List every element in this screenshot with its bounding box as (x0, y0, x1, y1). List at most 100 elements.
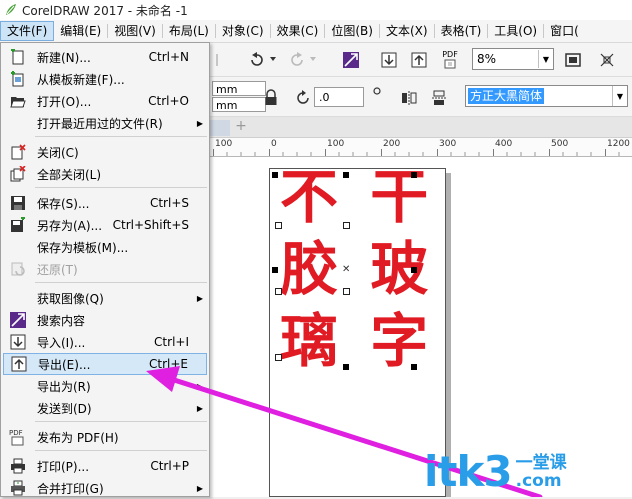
new-from-template-icon (9, 70, 27, 88)
mirror-horizontal-icon[interactable] (398, 87, 420, 109)
ruler-label: 400 (495, 139, 513, 149)
menu-tools[interactable]: 工具(O) (488, 21, 543, 41)
menu-item-label: 导入(I)... (37, 335, 86, 350)
menu-edit[interactable]: 编辑(E) (54, 21, 107, 41)
menu-item-new-from-template[interactable]: 从模板新建(F)... (3, 68, 207, 90)
menu-layout[interactable]: 布局(L) (163, 21, 215, 41)
mirror-vertical-icon[interactable] (428, 87, 450, 109)
selection-handle[interactable] (272, 172, 278, 178)
menu-item-shortcut: Ctrl+N (148, 50, 189, 64)
menu-effects[interactable]: 效果(C) (271, 21, 325, 41)
selection-handle[interactable] (343, 172, 349, 178)
import-icon (9, 333, 27, 351)
menu-item-save[interactable]: 保存(S)... Ctrl+S (3, 192, 207, 214)
ruler-label: 100 (327, 139, 345, 149)
add-tab-icon[interactable]: + (234, 119, 248, 133)
width-field[interactable]: mm (212, 81, 266, 96)
menu-item-export-for[interactable]: 导出为(R) ▶ (3, 375, 207, 397)
node-handle[interactable] (275, 222, 282, 229)
undo-icon[interactable] (246, 49, 268, 71)
export-toolbar-icon[interactable] (408, 49, 430, 71)
horizontal-ruler: 100 0 100 200 300 400 500 1200 (210, 138, 632, 157)
menu-item-publish-pdf[interactable]: PDF 发布为 PDF(H) (3, 426, 207, 448)
selection-handle[interactable] (272, 267, 278, 273)
search-content-icon (9, 311, 27, 329)
menu-item-shortcut: Ctrl+E (149, 357, 188, 371)
menu-item-label: 打印(P)... (37, 459, 90, 474)
menu-item-shortcut: Ctrl+I (154, 335, 189, 349)
new-document-icon (9, 48, 27, 66)
toolbar-overflow-icon[interactable] (212, 49, 222, 71)
publish-pdf-toolbar-icon[interactable]: PDF (438, 48, 462, 72)
rotation-angle-field[interactable]: .0 (314, 87, 364, 107)
menu-item-label: 保存为模板(M)... (37, 240, 129, 255)
save-icon (9, 194, 27, 212)
drawing-canvas[interactable]: 不 干 胶 玻 璃 字 ✕ (210, 157, 632, 497)
chevron-down-icon[interactable]: ▼ (612, 86, 627, 106)
menu-item-close[interactable]: 关闭(C) (3, 141, 207, 163)
chevron-down-icon[interactable]: ▼ (538, 50, 553, 68)
menu-item-label: 关闭(C) (37, 145, 79, 160)
zoom-level-select[interactable]: 8% ▼ (472, 48, 554, 70)
center-marker-icon: ✕ (342, 264, 351, 275)
redo-dropdown-icon[interactable] (308, 52, 318, 66)
menu-item-print-merge[interactable]: 合并打印(G) ▶ (3, 477, 207, 499)
revert-icon (9, 260, 27, 278)
menu-view[interactable]: 视图(V) (108, 21, 162, 41)
node-handle[interactable] (275, 288, 282, 295)
menu-item-new[interactable]: 新建(N)... Ctrl+N (3, 46, 207, 68)
full-screen-preview-icon[interactable] (562, 49, 584, 71)
height-field[interactable]: mm (212, 97, 266, 112)
node-handle[interactable] (275, 354, 282, 361)
submenu-arrow-icon: ▶ (196, 483, 203, 493)
menu-item-revert[interactable]: 还原(T) (3, 258, 207, 280)
menu-item-label: 导出为(R) (37, 379, 91, 394)
menu-table[interactable]: 表格(T) (435, 21, 488, 41)
menu-item-label: 导出(E)... (38, 357, 91, 372)
menu-separator (35, 282, 207, 283)
menu-item-label: 另存为(A)... (37, 218, 103, 233)
menu-text[interactable]: 文本(X) (380, 21, 434, 41)
submenu-arrow-icon: ▶ (196, 381, 203, 391)
menu-bitmaps[interactable]: 位图(B) (325, 21, 379, 41)
document-tab-strip: + (210, 117, 632, 138)
selection-handle[interactable] (343, 364, 349, 370)
menu-item-close-all[interactable]: 全部关闭(L) (3, 163, 207, 185)
menu-separator (35, 421, 207, 422)
menu-object[interactable]: 对象(C) (216, 21, 270, 41)
menu-item-acquire-image[interactable]: 获取图像(Q) ▶ (3, 287, 207, 309)
lock-ratio-icon[interactable] (260, 87, 282, 109)
document-tab[interactable] (210, 120, 230, 136)
menu-item-export[interactable]: 导出(E)... Ctrl+E (3, 353, 207, 375)
menu-item-search-content[interactable]: 搜索内容 (3, 309, 207, 331)
font-family-select[interactable]: 方正大黑简体 ▼ (465, 85, 628, 107)
menu-item-open-recent[interactable]: 打开最近用过的文件(R) ▶ (3, 112, 207, 134)
node-handle[interactable] (343, 288, 350, 295)
menu-file[interactable]: 文件(F) (0, 21, 55, 41)
import-toolbar-icon[interactable] (378, 49, 400, 71)
open-folder-icon (9, 92, 27, 110)
menu-item-shortcut: Ctrl+O (148, 94, 189, 108)
search-content-toolbar-icon[interactable] (340, 49, 362, 71)
menu-item-save-as[interactable]: 另存为(A)... Ctrl+Shift+S (3, 214, 207, 236)
menu-item-open[interactable]: 打开(O)... Ctrl+O (3, 90, 207, 112)
menu-item-print[interactable]: 打印(P)... Ctrl+P (3, 455, 207, 477)
menu-item-import[interactable]: 导入(I)... Ctrl+I (3, 331, 207, 353)
menu-item-label: 搜索内容 (37, 313, 86, 328)
node-handle[interactable] (343, 222, 350, 229)
watermark-logo: itk3 一堂课 .com (424, 450, 567, 494)
ruler-label: 1200 (607, 139, 630, 149)
menu-item-label: 全部关闭(L) (37, 167, 102, 182)
undo-dropdown-icon[interactable] (268, 52, 278, 66)
selection-handle[interactable] (411, 267, 417, 273)
selection-handle[interactable] (411, 364, 417, 370)
menu-window[interactable]: 窗口( (544, 21, 585, 41)
zoom-value: 8% (477, 52, 497, 66)
menu-separator (35, 450, 207, 451)
menu-item-save-as-template[interactable]: 保存为模板(M)... (3, 236, 207, 258)
redo-icon[interactable] (286, 49, 308, 71)
selection-handle[interactable] (411, 172, 417, 178)
menu-item-send-to[interactable]: 发送到(D) ▶ (3, 397, 207, 419)
ruler-label: 500 (551, 139, 569, 149)
snap-to-icon[interactable] (596, 49, 618, 71)
